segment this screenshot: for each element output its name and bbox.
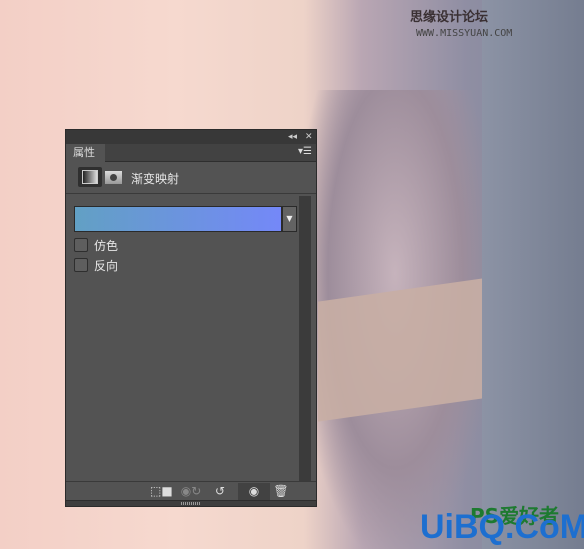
dither-checkbox[interactable] <box>74 238 88 252</box>
watermark-cn: 思缘设计论坛 <box>410 10 489 25</box>
close-icon[interactable]: ✕ <box>305 130 313 144</box>
tab-properties[interactable]: 属性 <box>66 144 105 162</box>
gradient-dropdown-button[interactable]: ▼ <box>282 206 297 232</box>
watermark-url: WWW.MISSYUAN.COM <box>416 28 513 39</box>
reset-icon[interactable]: ↺ <box>209 483 231 500</box>
watermark-brand: UiBQ.CoM <box>420 508 584 546</box>
gradient-map-icon[interactable] <box>78 167 102 187</box>
layer-mask-icon[interactable] <box>105 171 122 184</box>
visibility-eye-icon[interactable]: ◉ <box>238 483 270 500</box>
clip-to-layer-icon[interactable]: ⬚■ <box>150 483 173 500</box>
scrollbar[interactable] <box>299 196 311 482</box>
reverse-checkbox[interactable] <box>74 258 88 272</box>
collapse-icon[interactable]: ◂◂ <box>288 130 297 144</box>
adjustment-title: 渐变映射 <box>131 172 180 186</box>
trash-icon[interactable]: 🗑 <box>270 483 292 500</box>
view-previous-state-icon[interactable]: ◉↻ <box>180 483 202 500</box>
panel-titlebar[interactable]: ◂◂ ✕ <box>66 130 316 144</box>
gradient-picker[interactable] <box>74 206 282 232</box>
background-book <box>318 278 483 422</box>
reverse-label: 反向 <box>94 259 119 273</box>
resize-grip[interactable] <box>66 500 316 506</box>
watermark-top: 思缘设计论坛 WWW.MISSYUAN.COM <box>410 6 584 40</box>
dither-label: 仿色 <box>94 239 119 253</box>
panel-toolbar: ⬚■ ◉↻ ↺ ◉ 🗑 <box>66 481 316 500</box>
panel-menu-icon[interactable]: ▾☰ <box>298 146 312 157</box>
properties-panel: ◂◂ ✕ 属性 ▾☰ 渐变映射 ▼ 仿色 反向 ⬚■ ◉↻ ↺ ◉ 🗑 <box>65 129 317 507</box>
background-pillar <box>482 0 584 549</box>
